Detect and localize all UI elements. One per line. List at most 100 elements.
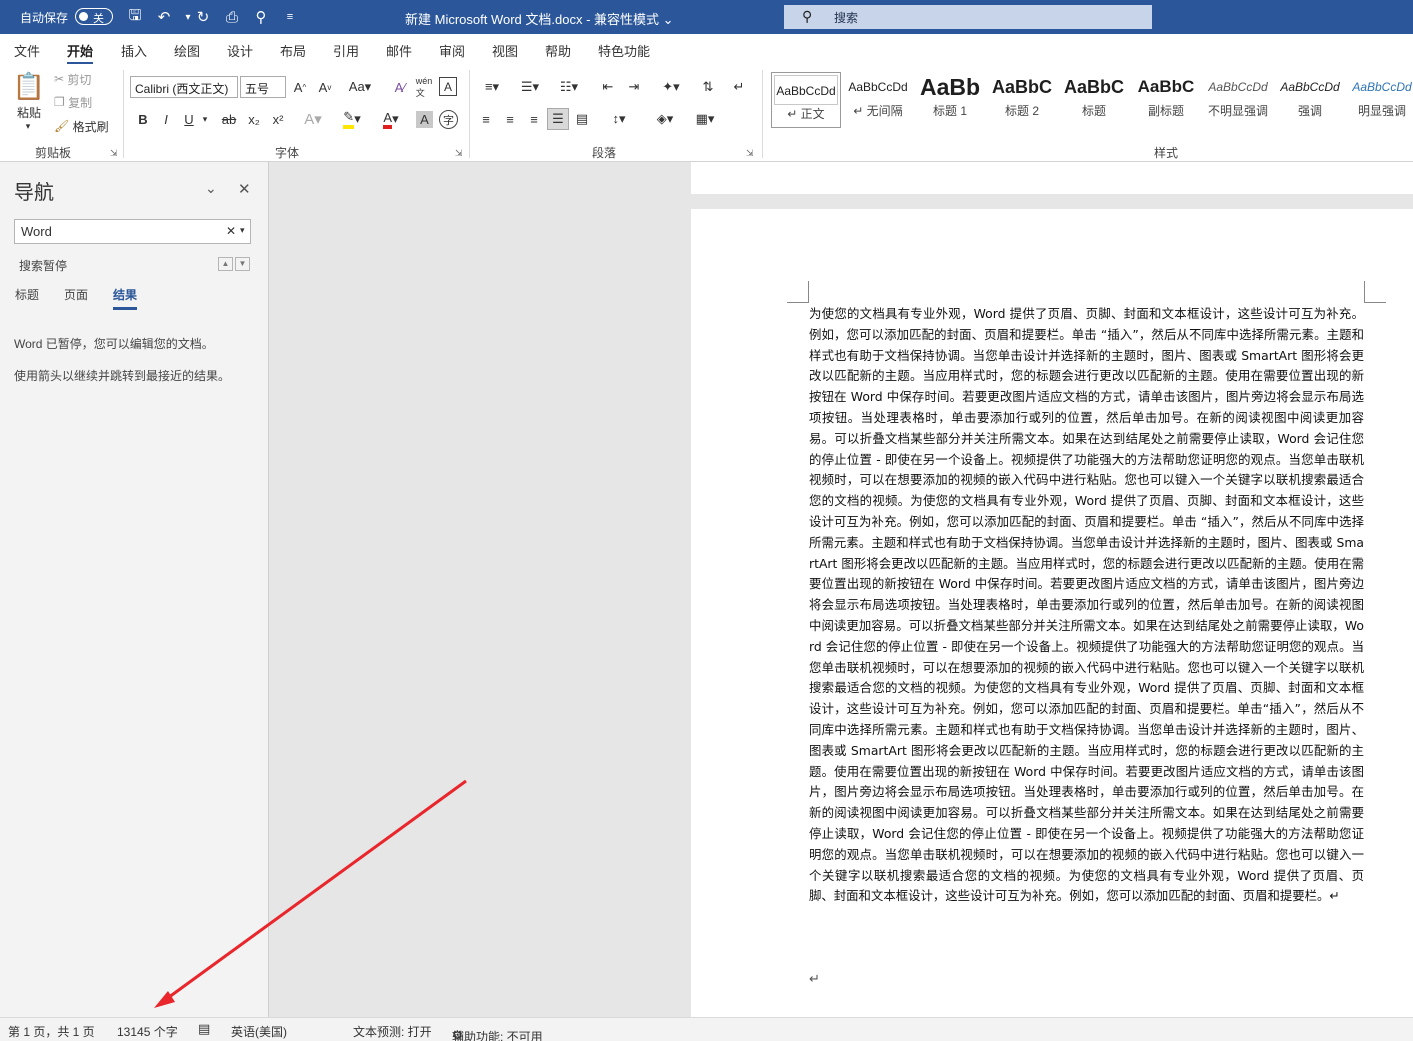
style-heading-1[interactable]: AaBb 标题 1 bbox=[915, 72, 985, 128]
document-body-text[interactable]: 为使您的文档具有专业外观，Word 提供了页眉、页脚、封面和文本框设计，这些设计… bbox=[809, 304, 1364, 907]
chevron-down-icon[interactable]: ⌄ bbox=[205, 180, 217, 197]
font-launcher-icon[interactable]: ⇲ bbox=[455, 148, 463, 159]
underline-button[interactable]: U bbox=[181, 108, 197, 130]
next-result-icon[interactable]: ▼ bbox=[235, 257, 250, 271]
distributed-icon[interactable]: ▤ bbox=[572, 108, 592, 130]
tab-mailings[interactable]: 邮件 bbox=[386, 41, 412, 60]
page-count[interactable]: 第 1 页，共 1 页 bbox=[8, 1023, 95, 1040]
font-size-select[interactable]: 五号 bbox=[240, 76, 286, 98]
nav-tab-pages[interactable]: 页面 bbox=[64, 286, 88, 303]
style-heading-2[interactable]: AaBbC 标题 2 bbox=[987, 72, 1057, 128]
character-border-icon[interactable]: A bbox=[439, 77, 457, 96]
brush-icon: 🖌 bbox=[54, 119, 70, 133]
show-formatting-marks-icon[interactable]: ↵ bbox=[728, 76, 750, 98]
style-normal[interactable]: AaBbCcDd ↵ 正文 bbox=[771, 72, 841, 128]
language[interactable]: 英语(美国) bbox=[231, 1023, 287, 1040]
tab-help[interactable]: 帮助 bbox=[545, 41, 571, 60]
line-spacing-icon[interactable]: ↕▾ bbox=[603, 108, 635, 130]
nav-message-paused: Word 已暂停，您可以编辑您的文档。 bbox=[14, 337, 214, 351]
clipboard-group-label: 剪贴板 bbox=[35, 146, 72, 160]
style-subtle-emphasis[interactable]: AaBbCcDd 不明显强调 bbox=[1203, 72, 1273, 128]
italic-button[interactable]: I bbox=[158, 108, 174, 130]
chinese-layout-icon[interactable]: ✦▾ bbox=[654, 76, 688, 98]
clipboard-launcher-icon[interactable]: ⇲ bbox=[110, 148, 118, 159]
character-shading-icon[interactable]: A bbox=[416, 111, 433, 128]
search-options-icon[interactable]: ▾ bbox=[240, 225, 245, 236]
numbering-icon[interactable]: ☰▾ bbox=[514, 76, 546, 98]
style-emphasis[interactable]: AaBbCcDd 强调 bbox=[1275, 72, 1345, 128]
tab-file[interactable]: 文件 bbox=[14, 41, 40, 60]
tab-draw[interactable]: 绘图 bbox=[174, 41, 200, 60]
nav-tab-headings[interactable]: 标题 bbox=[15, 286, 39, 303]
sort-icon[interactable]: ⇅ bbox=[697, 76, 719, 98]
underline-dropdown-icon[interactable]: ▾ bbox=[199, 108, 211, 130]
print-preview-icon[interactable]: ⎙ bbox=[221, 6, 243, 28]
proofing-icon[interactable]: ▤ bbox=[198, 1021, 210, 1037]
borders-icon[interactable]: ▦▾ bbox=[688, 108, 722, 130]
phonetic-guide-icon[interactable]: wén 文 bbox=[414, 76, 434, 98]
subscript-button[interactable]: x₂ bbox=[245, 108, 263, 130]
chevron-down-icon: ⌄ bbox=[662, 12, 674, 27]
shrink-font-icon[interactable]: Av bbox=[316, 76, 334, 98]
multilevel-list-icon[interactable]: ☷▾ bbox=[553, 76, 585, 98]
enclose-characters-icon[interactable]: 字 bbox=[439, 110, 458, 129]
copy-button[interactable]: ❐ 复制 bbox=[54, 93, 92, 111]
text-prediction[interactable]: 文本预测: 打开 bbox=[353, 1023, 432, 1040]
tab-layout[interactable]: 布局 bbox=[280, 41, 306, 60]
close-icon[interactable]: ✕ bbox=[238, 180, 251, 198]
document-page[interactable]: 为使您的文档具有专业外观，Word 提供了页眉、页脚、封面和文本框设计，这些设计… bbox=[691, 209, 1413, 1017]
divider bbox=[762, 70, 763, 158]
style-subtitle[interactable]: AaBbC 副标题 bbox=[1131, 72, 1201, 128]
nav-search-input[interactable]: Word ✕ ▾ bbox=[14, 219, 251, 244]
increase-indent-icon[interactable]: ⇥ bbox=[623, 76, 645, 98]
align-center-icon[interactable]: ≡ bbox=[500, 108, 520, 130]
strikethrough-button[interactable]: ab bbox=[219, 108, 239, 130]
justify-icon[interactable]: ☰ bbox=[547, 108, 569, 130]
paste-dropdown-icon[interactable]: ▾ bbox=[20, 120, 36, 132]
tab-view[interactable]: 视图 bbox=[492, 41, 518, 60]
tab-references[interactable]: 引用 bbox=[333, 41, 359, 60]
paragraph-launcher-icon[interactable]: ⇲ bbox=[746, 148, 754, 159]
tab-insert[interactable]: 插入 bbox=[121, 41, 147, 60]
style-title[interactable]: AaBbC 标题 bbox=[1059, 72, 1129, 128]
find-icon[interactable]: ⚲ bbox=[250, 6, 272, 28]
previous-page-edge bbox=[691, 162, 1413, 194]
format-painter-button[interactable]: 🖌 格式刷 bbox=[54, 117, 109, 135]
style-no-spacing[interactable]: AaBbCcDd ↵ 无间隔 bbox=[843, 72, 913, 128]
shading-icon[interactable]: ◈▾ bbox=[648, 108, 682, 130]
text-effects-icon[interactable]: A▾ bbox=[298, 108, 328, 130]
document-title[interactable]: 新建 Microsoft Word 文档.docx - 兼容性模式 ⌄ bbox=[405, 9, 674, 28]
bullets-icon[interactable]: ≡▾ bbox=[476, 76, 508, 98]
bold-button[interactable]: B bbox=[135, 108, 151, 130]
previous-result-icon[interactable]: ▲ bbox=[218, 257, 233, 271]
autosave-toggle[interactable]: 关 bbox=[75, 8, 113, 25]
grow-font-icon[interactable]: A ^ bbox=[291, 76, 309, 98]
customize-quick-access-icon[interactable]: ≡ bbox=[279, 6, 301, 28]
clear-formatting-icon[interactable]: A∕ bbox=[390, 76, 410, 98]
highlight-color-icon[interactable]: ✎ ▾ bbox=[336, 108, 368, 130]
tab-home[interactable]: 开始 bbox=[67, 41, 94, 65]
font-name-select[interactable]: Calibri (西文正文) bbox=[130, 76, 238, 98]
search-box[interactable]: ⚲ 搜索 bbox=[784, 5, 1152, 29]
align-left-icon[interactable]: ≡ bbox=[476, 108, 496, 130]
align-right-icon[interactable]: ≡ bbox=[524, 108, 544, 130]
paste-icon[interactable]: 📋 bbox=[12, 68, 46, 104]
nav-title: 导航 bbox=[14, 182, 54, 204]
tab-review[interactable]: 审阅 bbox=[439, 41, 465, 60]
cut-button[interactable]: ✂ 剪切 bbox=[54, 70, 91, 88]
tab-features[interactable]: 特色功能 bbox=[598, 41, 650, 60]
change-case-icon[interactable]: Aa▾ bbox=[345, 76, 375, 98]
copy-icon: ❐ bbox=[54, 95, 65, 109]
font-color-icon[interactable]: A ▾ bbox=[375, 108, 407, 130]
paste-label[interactable]: 粘贴 bbox=[14, 104, 44, 120]
decrease-indent-icon[interactable]: ⇤ bbox=[597, 76, 619, 98]
superscript-button[interactable]: x² bbox=[269, 108, 287, 130]
redo-icon[interactable]: ↻ bbox=[192, 6, 214, 28]
save-icon[interactable]: 🖫 bbox=[124, 6, 146, 28]
nav-tab-results[interactable]: 结果 bbox=[113, 286, 138, 310]
clear-search-icon[interactable]: ✕ bbox=[226, 224, 236, 238]
word-count[interactable]: 13145 个字 bbox=[117, 1023, 178, 1040]
undo-icon[interactable]: ↶ bbox=[153, 6, 175, 28]
tab-design[interactable]: 设计 bbox=[227, 41, 253, 60]
style-intense-emphasis[interactable]: AaBbCcDd 明显强调 bbox=[1347, 72, 1413, 128]
